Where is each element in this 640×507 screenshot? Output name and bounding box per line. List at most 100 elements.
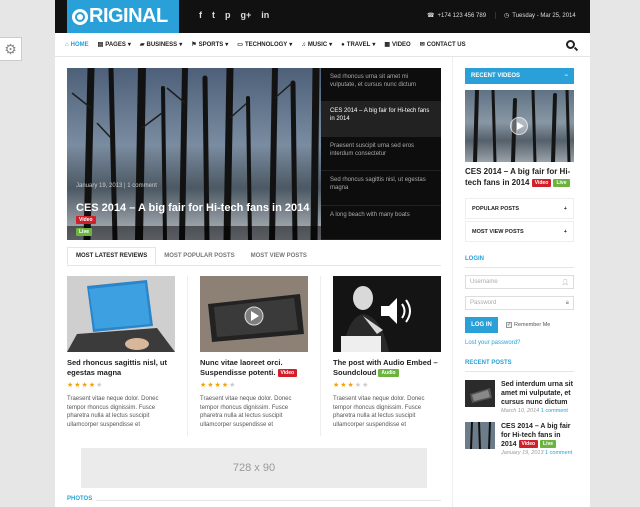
tab-latest-reviews[interactable]: MOST LATEST REVIEWS	[67, 247, 157, 265]
photos-section-header: PHOTOS	[67, 496, 441, 502]
divider	[187, 276, 188, 436]
nav-label: VIDEO	[392, 41, 411, 48]
tab-popular-posts[interactable]: MOST POPULAR POSTS	[156, 247, 242, 265]
nav-item-pages[interactable]: ▤ PAGES ▾	[98, 41, 131, 49]
remember-me[interactable]: ✓ Remember Me	[506, 322, 550, 328]
social-links: f t p g+ in	[199, 10, 269, 20]
article-title[interactable]: Sed rhoncus sagittis nisl, ut egestas ma…	[67, 358, 175, 378]
logo-text: RIGINAL	[89, 5, 168, 27]
hero-list-item[interactable]: Sed rhoncus urna sit amet mi vulputate, …	[321, 68, 441, 103]
article-thumbnail[interactable]	[67, 276, 175, 352]
recent-posts-heading: RECENT POSTS	[465, 360, 574, 372]
caret-down-icon: ▾	[179, 42, 183, 48]
linkedin-icon[interactable]: in	[261, 10, 269, 20]
nav-label: BUSINESS	[146, 41, 178, 48]
nav-item-technology[interactable]: ▭ TECHNOLOGY ▾	[237, 41, 292, 49]
recent-post-thumbnail[interactable]	[465, 422, 495, 449]
hero-list-item[interactable]: Sed rhoncus sagittis nisl, ut egestas ma…	[321, 171, 441, 206]
recent-post-meta: January 19, 2013 1 comment	[501, 450, 574, 456]
settings-gear-icon[interactable]: ⚙	[0, 37, 22, 61]
recent-post-comments[interactable]: 1 comment	[541, 408, 568, 414]
nav-label: PAGES	[105, 41, 126, 48]
article-thumbnail[interactable]	[200, 276, 308, 352]
lost-password-link[interactable]: Lost your password?	[465, 340, 574, 346]
nav-item-music[interactable]: ♫ MUSIC ▾	[301, 41, 332, 49]
nav-item-home[interactable]: ⌂ HOME	[65, 42, 89, 48]
page-container: RIGINAL f t p g+ in ☎ +174 123 456 789 ◷…	[55, 0, 590, 507]
tab-view-posts[interactable]: MOST VIEW POSTS	[243, 247, 315, 265]
globe-icon: ●	[341, 41, 345, 48]
username-field[interactable]: Username 👤︎	[465, 275, 574, 289]
phone-text: +174 123 456 789	[437, 12, 487, 19]
remember-label: Remember Me	[514, 322, 551, 328]
google-plus-icon[interactable]: g+	[241, 10, 252, 20]
date-info: ◷ Tuesday - Mar 25, 2014	[495, 12, 576, 19]
phone-info: ☎ +174 123 456 789	[427, 12, 487, 20]
clock-icon: ◷	[504, 13, 510, 19]
recent-post-comments[interactable]: 1 comment	[545, 450, 572, 456]
nav-label: TECHNOLOGY	[244, 41, 288, 48]
password-field[interactable]: Password 🔒︎	[465, 296, 574, 310]
flag-icon: ⚑	[191, 42, 197, 48]
article-title[interactable]: The post with Audio Embed – Soundcloud A…	[333, 358, 441, 378]
nav-item-travel[interactable]: ● TRAVEL ▾	[341, 41, 376, 49]
accordion-popular-posts[interactable]: POPULAR POSTS +	[465, 198, 574, 219]
video-badge: Video	[277, 369, 298, 378]
recent-post-title[interactable]: Sed interdum urna sit amet mi vulputate,…	[501, 380, 574, 407]
nav-item-business[interactable]: ▰ BUSINESS ▾	[140, 41, 183, 49]
login-button[interactable]: LOG IN	[465, 317, 498, 333]
recent-post-date: March 10, 2014	[501, 408, 540, 414]
hero-title[interactable]: CES 2014 – A big fair for Hi-tech fans i…	[76, 202, 321, 238]
home-icon: ⌂	[65, 41, 69, 48]
password-placeholder: Password	[470, 300, 497, 306]
nav-label: SPORTS	[198, 41, 224, 48]
recent-video-thumbnail[interactable]	[465, 90, 574, 162]
site-logo[interactable]: RIGINAL	[67, 0, 179, 33]
collapse-icon[interactable]: −	[564, 73, 568, 79]
recent-post-title[interactable]: CES 2014 – A big fair for Hi-tech fans i…	[501, 422, 574, 449]
remember-checkbox[interactable]: ✓	[506, 322, 512, 328]
hero-list-item-active[interactable]: CES 2014 – A big fair for Hi-tech fans i…	[321, 102, 441, 137]
nav-item-video[interactable]: ▦ VIDEO	[384, 41, 411, 49]
hero-list-item[interactable]: A long beach with many boats	[321, 206, 441, 240]
hero-slider: January 19, 2013 | 1 comment CES 2014 – …	[67, 68, 441, 240]
video-badge: Video	[76, 216, 96, 225]
pinterest-icon[interactable]: p	[225, 10, 231, 20]
recent-post-thumbnail[interactable]	[465, 380, 495, 407]
facebook-icon[interactable]: f	[199, 10, 202, 20]
ad-placeholder[interactable]: 728 x 90	[81, 448, 427, 488]
nav-item-sports[interactable]: ⚑ SPORTS ▾	[191, 41, 228, 49]
tech-icon: ▭	[237, 42, 243, 48]
recent-post-info: CES 2014 – A big fair for Hi-tech fans i…	[501, 422, 574, 456]
nav-label: CONTACT US	[426, 41, 466, 48]
date-text: Tuesday - Mar 25, 2014	[512, 12, 576, 19]
accordion-most-view-posts[interactable]: MOST VIEW POSTS +	[465, 221, 574, 242]
nav-label: MUSIC	[307, 41, 328, 48]
hero-date: January 19, 2013	[76, 183, 123, 189]
photos-heading: PHOTOS	[67, 496, 97, 502]
username-placeholder: Username	[470, 279, 498, 285]
nav-item-contact[interactable]: ✉ CONTACT US	[419, 41, 466, 49]
recent-post-meta: March 10, 2014 1 comment	[501, 408, 574, 414]
article-grid: Sed rhoncus sagittis nisl, ut egestas ma…	[67, 276, 441, 436]
lock-icon: 🔒︎	[565, 299, 569, 306]
article-title[interactable]: Nunc vitae laoreet orci. Suspendisse pot…	[200, 358, 308, 378]
recent-videos-header[interactable]: RECENT VIDEOS −	[465, 68, 574, 84]
caret-down-icon: ▾	[372, 42, 376, 48]
search-icon[interactable]	[566, 40, 575, 49]
article-excerpt: Traesent vitae neque dolor. Donec tempor…	[67, 396, 159, 428]
phone-icon: ☎	[427, 13, 435, 19]
nav-label: HOME	[70, 41, 89, 48]
mail-icon: ✉	[419, 42, 425, 48]
hero-comments[interactable]: 1 comment	[127, 183, 157, 189]
recent-post-info: Sed interdum urna sit amet mi vulputate,…	[501, 380, 574, 414]
play-icon[interactable]	[510, 117, 528, 135]
article-thumbnail[interactable]	[333, 276, 441, 352]
recent-video-title[interactable]: CES 2014 – A big fair for Hi-tech fans i…	[465, 166, 574, 188]
hero-list-item[interactable]: Praesent suscipit urna sed eros interdum…	[321, 137, 441, 172]
twitter-icon[interactable]: t	[212, 10, 215, 20]
hero-image[interactable]: January 19, 2013 | 1 comment CES 2014 – …	[67, 68, 321, 240]
hero-list: Sed rhoncus urna sit amet mi vulputate, …	[321, 68, 441, 240]
accordion-label: MOST VIEW POSTS	[472, 228, 524, 235]
article-title-text: Nunc vitae laoreet orci. Suspendisse pot…	[200, 358, 283, 377]
